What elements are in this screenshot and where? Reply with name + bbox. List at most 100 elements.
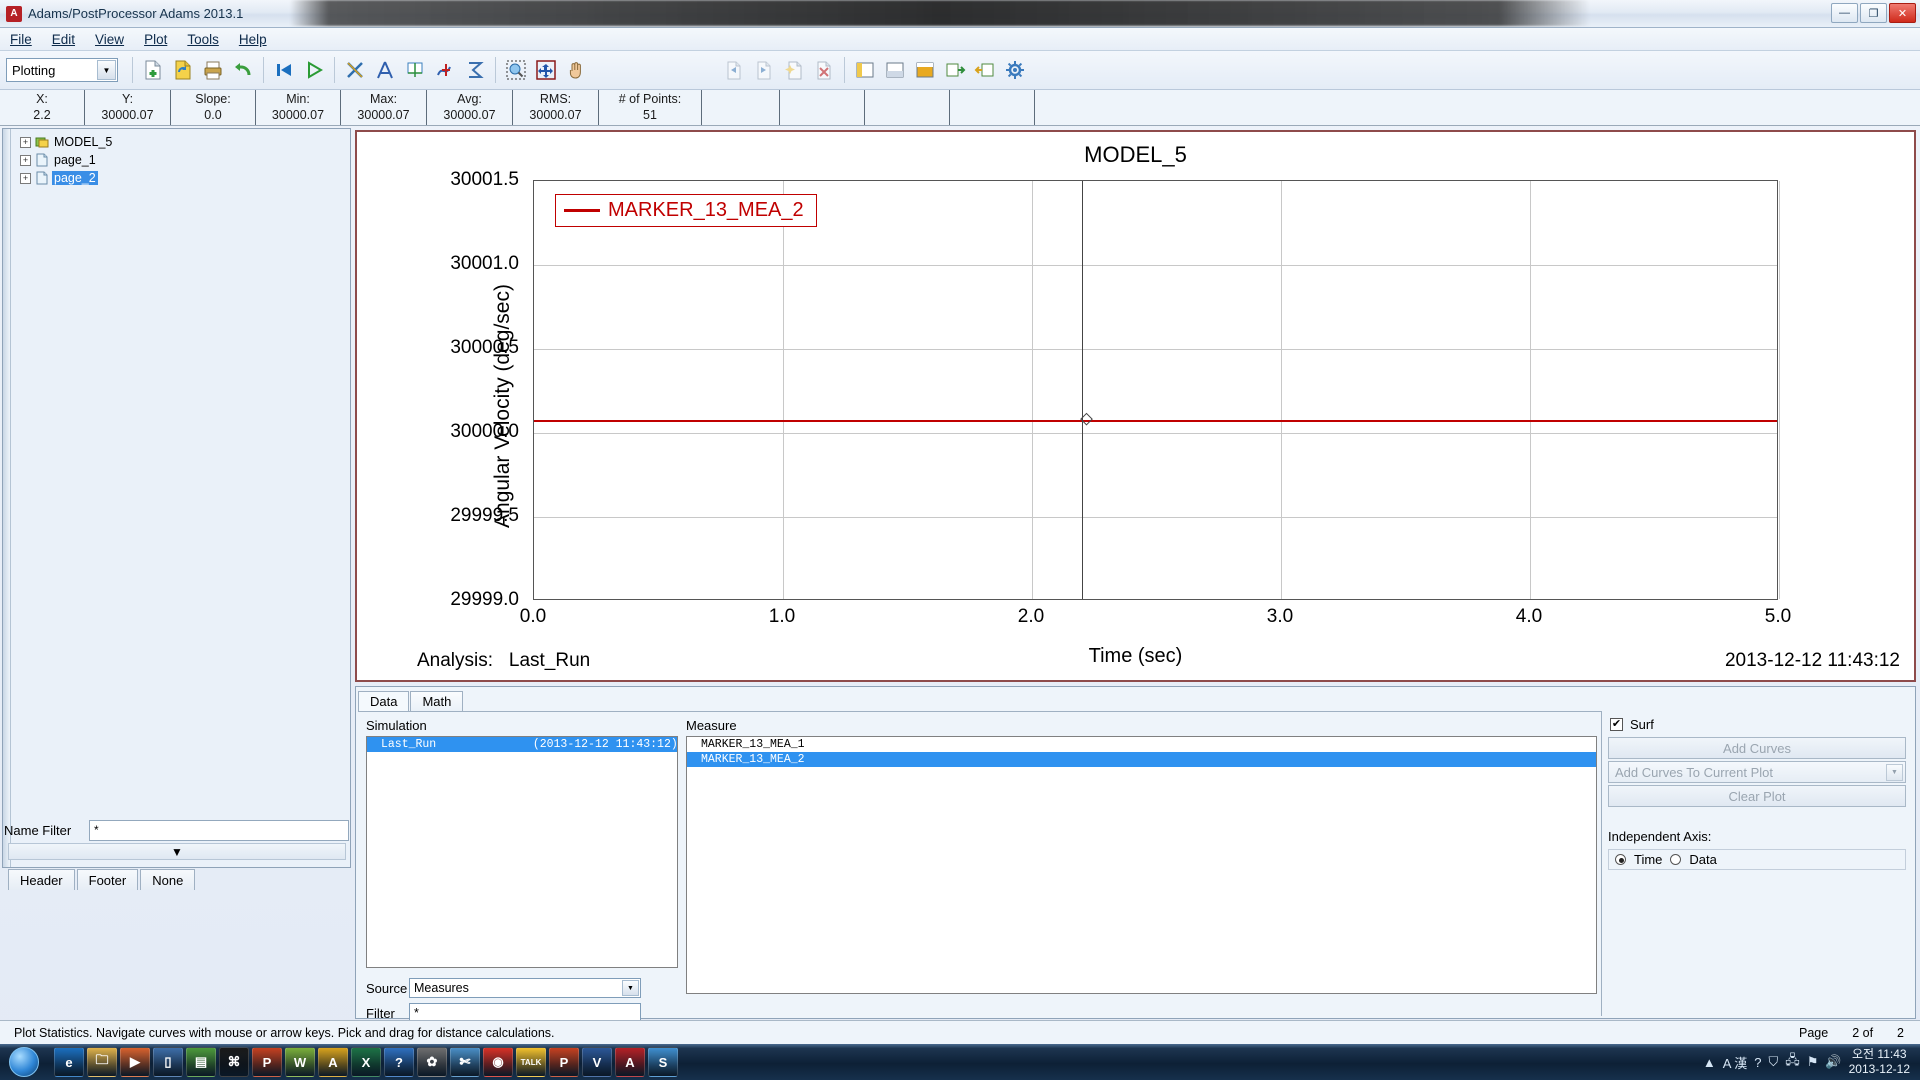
text-icon[interactable] xyxy=(371,56,399,84)
start-orb-icon[interactable] xyxy=(2,1045,46,1079)
tree-scrollbar[interactable] xyxy=(3,129,11,867)
layout-3-icon[interactable] xyxy=(911,56,939,84)
curve-edit-icon[interactable] xyxy=(341,56,369,84)
grid-line-vertical xyxy=(1032,181,1033,599)
simulation-list-item[interactable]: Last_Run (2013-12-12 11:43:12) xyxy=(367,737,677,752)
measure-list-item[interactable]: MARKER_13_MEA_2 xyxy=(687,752,1596,767)
first-frame-icon[interactable] xyxy=(270,56,298,84)
layout-5-icon[interactable] xyxy=(971,56,999,84)
language-indicator[interactable]: A 漢 xyxy=(1723,1053,1748,1072)
tab-none[interactable]: None xyxy=(140,869,196,890)
tab-data[interactable]: Data xyxy=(358,691,410,711)
menu-view[interactable]: View xyxy=(95,32,124,47)
magnify-app-icon[interactable]: ✄ xyxy=(450,1047,480,1077)
tree-item-page_1[interactable]: + page_1 xyxy=(12,151,348,169)
help-icon[interactable]: ? xyxy=(1754,1055,1761,1070)
expander-icon[interactable]: + xyxy=(20,172,31,184)
menu-tools[interactable]: Tools xyxy=(187,32,219,47)
radio-time[interactable] xyxy=(1615,854,1626,865)
adams-icon[interactable]: A xyxy=(318,1047,348,1077)
name-filter-dropdown-bar[interactable]: ▼ xyxy=(8,843,346,860)
toolbar-separator-3 xyxy=(334,57,335,83)
tab-header[interactable]: Header xyxy=(8,869,75,890)
name-filter-input[interactable] xyxy=(89,819,349,841)
expander-icon[interactable]: + xyxy=(20,154,31,166)
zoom-icon[interactable] xyxy=(502,56,530,84)
add-page-icon[interactable] xyxy=(780,56,808,84)
tree-item-model_5[interactable]: + MODEL_5 xyxy=(12,133,348,151)
volume-icon[interactable]: 🔊 xyxy=(1825,1054,1841,1070)
simulation-list[interactable]: Last_Run (2013-12-12 11:43:12) xyxy=(366,736,678,968)
menu-file[interactable]: File xyxy=(10,32,32,47)
plot-canvas[interactable]: MODEL_5 Angular Velocity (deg/sec) Time … xyxy=(355,130,1916,682)
delete-page-icon[interactable] xyxy=(810,56,838,84)
talk-icon[interactable]: TALK xyxy=(516,1047,546,1077)
add-curves-to-current-plot-combo[interactable]: Add Curves To Current Plot ▼ xyxy=(1608,761,1906,783)
curve-fit-icon[interactable] xyxy=(431,56,459,84)
chrome-icon[interactable]: ◉ xyxy=(483,1047,513,1077)
powerpoint-icon[interactable]: P xyxy=(252,1047,282,1077)
radio-data[interactable] xyxy=(1670,854,1682,865)
visio-icon[interactable]: V xyxy=(582,1047,612,1077)
layout-4-icon[interactable] xyxy=(941,56,969,84)
tab-footer[interactable]: Footer xyxy=(76,869,139,890)
maximize-button[interactable]: ❐ xyxy=(1860,3,1887,23)
mode-selector[interactable]: Plotting ▼ xyxy=(6,58,118,82)
menu-help[interactable]: Help xyxy=(239,32,267,47)
settings-icon[interactable] xyxy=(1001,56,1029,84)
tree-item-page_2[interactable]: + page_2 xyxy=(12,169,348,187)
minimize-button[interactable]: — xyxy=(1831,3,1858,23)
plot-legend[interactable]: MARKER_13_MEA_2 xyxy=(555,194,817,227)
play-icon[interactable] xyxy=(300,56,328,84)
gear-app-icon[interactable]: ✿ xyxy=(417,1047,447,1077)
chevron-down-icon[interactable]: ▼ xyxy=(622,980,639,996)
cursor-vertical-line[interactable] xyxy=(1081,181,1083,599)
print-icon[interactable] xyxy=(199,56,227,84)
powerpoint2-icon[interactable]: P xyxy=(549,1047,579,1077)
excel-icon[interactable]: X xyxy=(351,1047,381,1077)
menu-edit[interactable]: Edit xyxy=(52,32,75,47)
media-player-icon[interactable]: ▶ xyxy=(120,1047,150,1077)
clock[interactable]: 오전 11:43 2013-12-12 xyxy=(1849,1047,1910,1077)
tray-expand-icon[interactable]: ▲ xyxy=(1703,1055,1716,1070)
source-combo[interactable]: Measures ▼ xyxy=(409,978,641,998)
notepad-icon[interactable]: ▤ xyxy=(186,1047,216,1077)
axis-icon[interactable] xyxy=(401,56,429,84)
fit-icon[interactable] xyxy=(532,56,560,84)
undo-icon[interactable] xyxy=(229,56,257,84)
surf-checkbox-row[interactable]: ✔ Surf xyxy=(1610,717,1654,732)
shield-icon[interactable]: ⛉ xyxy=(1769,1054,1779,1070)
misc-app-icon[interactable]: S xyxy=(648,1047,678,1077)
editor-icon[interactable]: ⌘ xyxy=(219,1047,249,1077)
internet-explorer-icon[interactable]: e xyxy=(54,1047,84,1077)
add-curves-button[interactable]: Add Curves xyxy=(1608,737,1906,759)
reload-icon[interactable] xyxy=(169,56,197,84)
measure-list[interactable]: MARKER_13_MEA_1 MARKER_13_MEA_2 xyxy=(686,736,1597,994)
surf-checkbox[interactable]: ✔ xyxy=(1610,718,1623,731)
layout-1-icon[interactable] xyxy=(851,56,879,84)
new-page-icon[interactable] xyxy=(139,56,167,84)
adams-app-icon[interactable]: A xyxy=(615,1047,645,1077)
chevron-down-icon[interactable]: ▼ xyxy=(97,60,116,80)
flag-icon[interactable]: ⚑ xyxy=(1807,1054,1819,1070)
close-button[interactable]: ✕ xyxy=(1889,3,1916,23)
chevron-down-icon[interactable]: ▼ xyxy=(1886,764,1903,781)
expander-icon[interactable]: + xyxy=(20,136,31,148)
layout-2-icon[interactable] xyxy=(881,56,909,84)
window-app-icon[interactable]: ▯ xyxy=(153,1047,183,1077)
pan-icon[interactable] xyxy=(562,56,590,84)
prev-page-icon[interactable] xyxy=(720,56,748,84)
menu-plot[interactable]: Plot xyxy=(144,32,167,47)
network-icon[interactable]: 🖧 xyxy=(1785,1051,1800,1073)
file-explorer-icon[interactable]: 🗀 xyxy=(87,1047,117,1077)
wmv-icon[interactable]: W xyxy=(285,1047,315,1077)
clear-plot-button[interactable]: Clear Plot xyxy=(1608,785,1906,807)
chevron-down-icon[interactable]: ▼ xyxy=(171,846,183,858)
next-page-icon[interactable] xyxy=(750,56,778,84)
tab-math[interactable]: Math xyxy=(410,691,464,711)
hancom-icon[interactable]: ? xyxy=(384,1047,414,1077)
page-label: Page xyxy=(1798,1025,1829,1040)
stat-value: 30000.07 xyxy=(529,107,582,122)
statistics-icon[interactable] xyxy=(461,56,489,84)
measure-list-item[interactable]: MARKER_13_MEA_1 xyxy=(687,737,1596,752)
